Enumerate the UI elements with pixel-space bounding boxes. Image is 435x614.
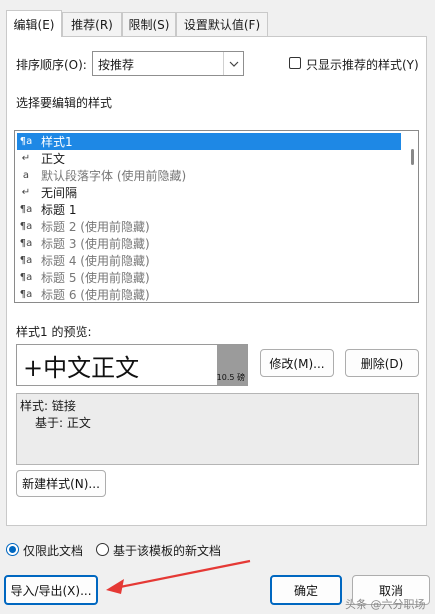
watermark-text: 头条 @六分职场 — [345, 598, 426, 611]
annotation-arrow — [106, 559, 251, 594]
tab-edit[interactable]: 编辑(E) — [6, 10, 62, 37]
tab-edit-label: 编辑(E) — [13, 17, 55, 32]
